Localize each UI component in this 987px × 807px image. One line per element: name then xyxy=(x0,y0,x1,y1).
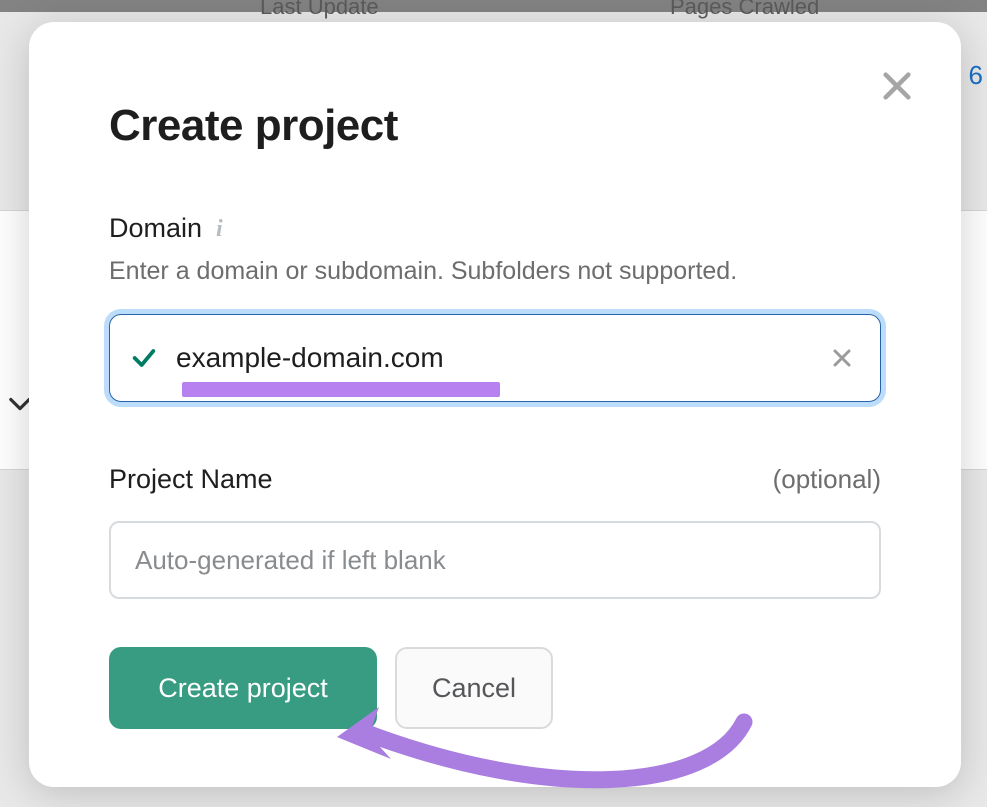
project-name-input[interactable] xyxy=(109,521,881,599)
domain-input[interactable] xyxy=(176,342,830,374)
dialog-title: Create project xyxy=(109,101,881,151)
domain-label: Domain xyxy=(109,213,202,244)
bg-column-pages-crawled: Pages Crawled xyxy=(670,0,819,20)
close-icon xyxy=(880,69,914,103)
project-name-label: Project Name xyxy=(109,464,273,495)
x-icon xyxy=(830,346,854,370)
cancel-button[interactable]: Cancel xyxy=(395,647,553,729)
close-button[interactable] xyxy=(875,64,919,108)
check-icon xyxy=(130,344,158,372)
create-project-dialog: Create project Domain i Enter a domain o… xyxy=(29,22,961,787)
info-icon[interactable]: i xyxy=(216,216,223,243)
domain-input-container[interactable] xyxy=(109,314,881,402)
optional-tag: (optional) xyxy=(773,464,881,495)
clear-input-button[interactable] xyxy=(830,346,854,370)
background-header-bar xyxy=(0,0,987,12)
bg-column-last-update: Last Update xyxy=(260,0,379,20)
project-name-label-row: Project Name (optional) xyxy=(109,464,881,495)
domain-hint: Enter a domain or subdomain. Subfolders … xyxy=(109,257,881,286)
domain-field-group: Domain i Enter a domain or subdomain. Su… xyxy=(109,213,881,402)
chevron-down-icon xyxy=(9,397,31,418)
annotation-highlight xyxy=(182,382,500,397)
dialog-button-row: Create project Cancel xyxy=(109,647,881,729)
bg-right-value: 6 xyxy=(969,60,983,91)
create-project-button[interactable]: Create project xyxy=(109,647,377,729)
